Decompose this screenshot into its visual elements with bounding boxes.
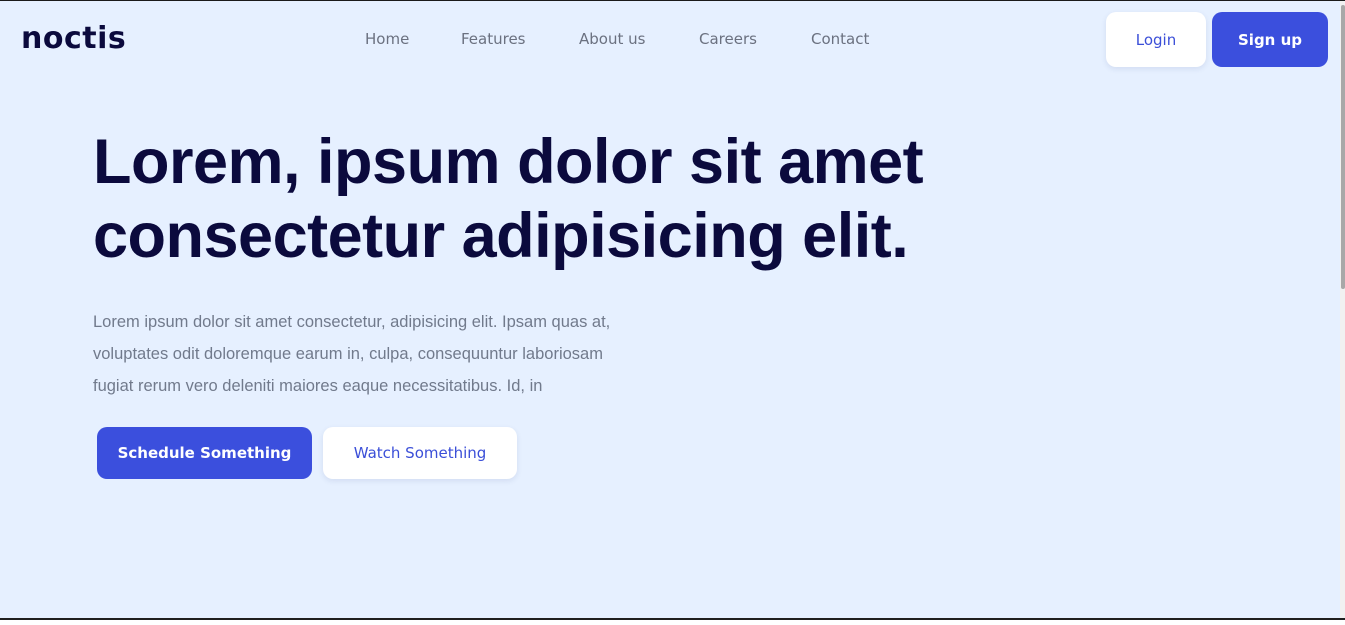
hero-paragraph-line-3: fugiat rerum vero deleniti maiores eaque… <box>93 377 543 395</box>
login-button[interactable]: Login <box>1106 12 1206 67</box>
signup-button[interactable]: Sign up <box>1212 12 1328 67</box>
landing-page: noctis Home Features About us Careers Co… <box>0 1 1340 618</box>
nav-link-contact[interactable]: Contact <box>811 27 869 51</box>
hero-paragraph: Lorem ipsum dolor sit amet consectetur, … <box>93 306 653 402</box>
scrollbar-thumb[interactable] <box>1341 5 1345 289</box>
hero-paragraph-line-1: Lorem ipsum dolor sit amet consectetur, … <box>93 313 611 331</box>
nav-link-about-us[interactable]: About us <box>579 27 645 51</box>
nav-link-features[interactable]: Features <box>461 27 526 51</box>
vertical-scrollbar[interactable] <box>1340 1 1345 618</box>
schedule-something-button[interactable]: Schedule Something <box>97 427 312 479</box>
nav-link-home[interactable]: Home <box>365 27 409 51</box>
hero-title-line-2: consectetur adipisicing elit. <box>93 201 909 271</box>
nav-link-careers[interactable]: Careers <box>699 27 757 51</box>
window-bottom-border <box>0 618 1345 625</box>
hero-title-line-1: Lorem, ipsum dolor sit amet <box>93 127 924 197</box>
brand-logo[interactable]: noctis <box>21 19 126 59</box>
hero-paragraph-line-2: voluptates odit doloremque earum in, cul… <box>93 345 603 363</box>
watch-something-button[interactable]: Watch Something <box>323 427 517 479</box>
hero-title: Lorem, ipsum dolor sit amet consectetur … <box>93 125 1093 273</box>
